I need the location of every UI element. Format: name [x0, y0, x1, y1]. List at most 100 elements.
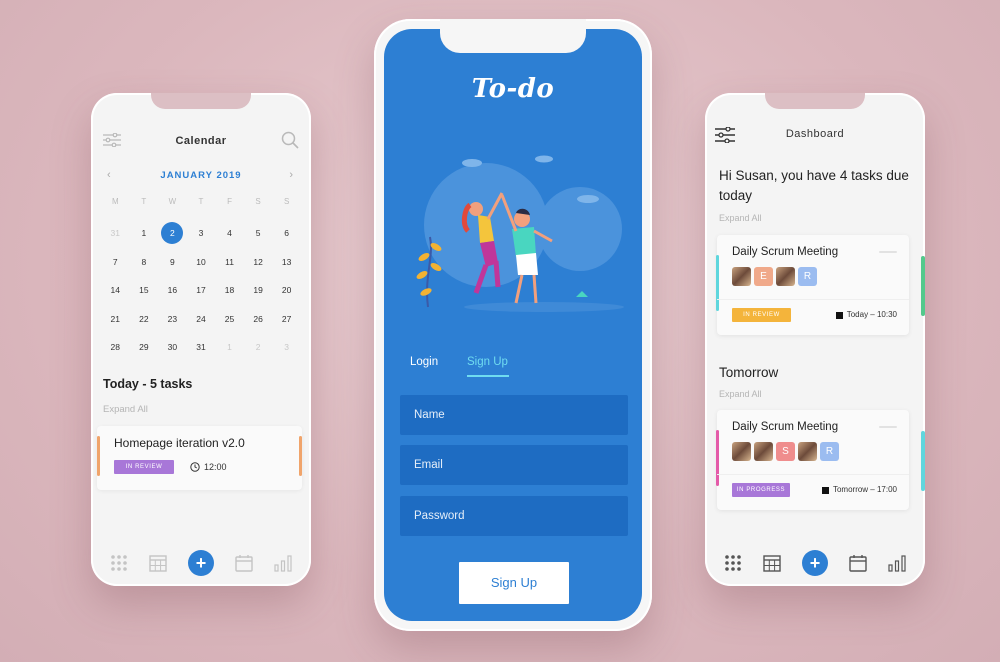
expand-all-link[interactable]: Expand All — [719, 389, 762, 399]
calendar-day[interactable]: 25 — [215, 314, 244, 324]
calendar-day[interactable]: 1 — [215, 342, 244, 352]
avatar-initial: R — [820, 442, 839, 461]
calendar-day[interactable]: 28 — [101, 342, 130, 352]
chevron-right-icon[interactable]: › — [289, 169, 293, 181]
task-card-tomorrow[interactable]: Daily Scrum Meeting SR IN PROGRESS Tomor… — [716, 410, 909, 510]
calendar-day[interactable]: 31 — [187, 342, 216, 352]
tab-signup[interactable]: Sign Up — [467, 356, 508, 368]
calendar-week: 14 15 16 17 18 19 20 — [101, 276, 301, 305]
calendar-day[interactable]: 26 — [244, 314, 273, 324]
plus-icon: + — [195, 553, 207, 573]
add-task-button[interactable]: + — [187, 550, 214, 576]
active-tab-indicator — [467, 375, 509, 377]
phone-notch — [765, 93, 865, 109]
expand-all-link[interactable]: Expand All — [103, 404, 148, 415]
month-label: JANUARY 2019 — [160, 170, 242, 181]
calendar-day[interactable]: 3 — [272, 342, 301, 352]
calendar-day[interactable]: 30 — [158, 342, 187, 352]
calendar-day[interactable]: 27 — [272, 314, 301, 324]
calendar-day[interactable]: 20 — [272, 285, 301, 295]
task-accent-bar — [716, 255, 719, 311]
task-time: 12:00 — [190, 460, 227, 474]
calendar-day[interactable]: 6 — [272, 228, 301, 238]
calendar-day[interactable]: 22 — [130, 314, 159, 324]
task-due-text: Tomorrow – 17:00 — [832, 485, 897, 494]
phone-notch — [440, 19, 586, 53]
calendar-day[interactable]: 8 — [130, 257, 159, 267]
next-card-accent — [921, 256, 925, 316]
calendar-day[interactable]: 23 — [158, 314, 187, 324]
page-title: Dashboard — [785, 128, 845, 140]
avatar — [754, 442, 773, 461]
assignee-avatars: SR — [732, 442, 839, 461]
calendar-day-selected[interactable]: 2 — [158, 228, 187, 238]
calendar-day[interactable]: 2 — [244, 342, 273, 352]
status-badge: IN REVIEW — [114, 460, 174, 474]
task-accent-bar — [716, 430, 719, 486]
assignee-avatars: ER — [732, 267, 817, 286]
calendar-day[interactable]: 21 — [101, 314, 130, 324]
signup-screen: To-do Login Sign Up Name Email Password … — [384, 29, 642, 621]
clock-icon — [190, 462, 200, 472]
calendar-day[interactable]: 1 — [130, 228, 159, 238]
calendar-day[interactable]: 12 — [244, 257, 273, 267]
calendar-day[interactable]: 11 — [215, 257, 244, 267]
calendar-day[interactable]: 24 — [187, 314, 216, 324]
greeting-text: Hi Susan, you have 4 tasks due today — [719, 168, 909, 203]
task-due-text: Today – 10:30 — [846, 310, 897, 319]
calendar-day[interactable]: 4 — [215, 228, 244, 238]
due-marker-icon — [821, 486, 829, 494]
calendar-day[interactable]: 13 — [272, 257, 301, 267]
calendar-grid-icon[interactable] — [762, 553, 782, 573]
tomorrow-heading: Tomorrow — [719, 365, 779, 380]
password-field[interactable]: Password — [400, 496, 628, 536]
month-navigation: ‹ JANUARY 2019 › — [91, 169, 311, 183]
calendar-icon[interactable] — [234, 553, 254, 573]
calendar-grid-icon[interactable] — [148, 553, 168, 573]
expand-all-link[interactable]: Expand All — [719, 213, 762, 223]
weekday-label: T — [198, 197, 204, 206]
calendar-day[interactable]: 29 — [130, 342, 159, 352]
bottom-tab-bar: + — [91, 540, 311, 586]
high-five-illustration — [416, 155, 624, 312]
calendar-day[interactable]: 31 — [101, 228, 130, 238]
card-divider — [717, 299, 909, 300]
avatar — [732, 267, 751, 286]
calendar-icon[interactable] — [848, 553, 868, 573]
calendar-day[interactable]: 7 — [101, 257, 130, 267]
calendar-phone: Calendar ‹ JANUARY 2019 › MTWTFSS 31 1 2 3 4… — [91, 93, 311, 586]
search-icon[interactable] — [281, 131, 299, 149]
tab-login[interactable]: Login — [410, 356, 438, 368]
avatar — [798, 442, 817, 461]
weekday-label: M — [111, 197, 119, 206]
more-options-icon[interactable] — [879, 251, 897, 253]
task-title: Homepage iteration v2.0 — [114, 436, 245, 450]
calendar-day[interactable]: 19 — [244, 285, 273, 295]
name-field[interactable]: Name — [400, 395, 628, 435]
calendar-day[interactable]: 3 — [187, 228, 216, 238]
calendar-week: 21 22 23 24 25 26 27 — [101, 305, 301, 334]
calendar-day[interactable]: 10 — [187, 257, 216, 267]
task-card-today[interactable]: Daily Scrum Meeting ER IN REVIEW Today –… — [716, 235, 909, 335]
calendar-day[interactable]: 15 — [130, 285, 159, 295]
bar-chart-icon[interactable] — [273, 553, 293, 573]
add-task-button[interactable]: + — [801, 550, 828, 576]
signup-phone: To-do Login Sign Up Name Email Password … — [374, 19, 652, 631]
calendar-day[interactable]: 5 — [244, 228, 273, 238]
calendar-day[interactable]: 18 — [215, 285, 244, 295]
avatar-initial: R — [798, 267, 817, 286]
calendar-day[interactable]: 16 — [158, 285, 187, 295]
email-field[interactable]: Email — [400, 445, 628, 485]
calendar-day[interactable]: 14 — [101, 285, 130, 295]
grid-icon[interactable] — [723, 553, 743, 573]
bar-chart-icon[interactable] — [887, 553, 907, 573]
calendar-day[interactable]: 17 — [187, 285, 216, 295]
plus-icon: + — [809, 553, 821, 573]
status-badge: IN PROGRESS — [732, 483, 790, 497]
task-card[interactable]: Homepage iteration v2.0 IN REVIEW 12:00 — [97, 426, 302, 490]
calendar-day[interactable]: 9 — [158, 257, 187, 267]
grid-icon[interactable] — [109, 553, 129, 573]
sign-up-button[interactable]: Sign Up — [459, 562, 569, 604]
more-options-icon[interactable] — [879, 426, 897, 428]
next-card-accent — [921, 431, 925, 491]
